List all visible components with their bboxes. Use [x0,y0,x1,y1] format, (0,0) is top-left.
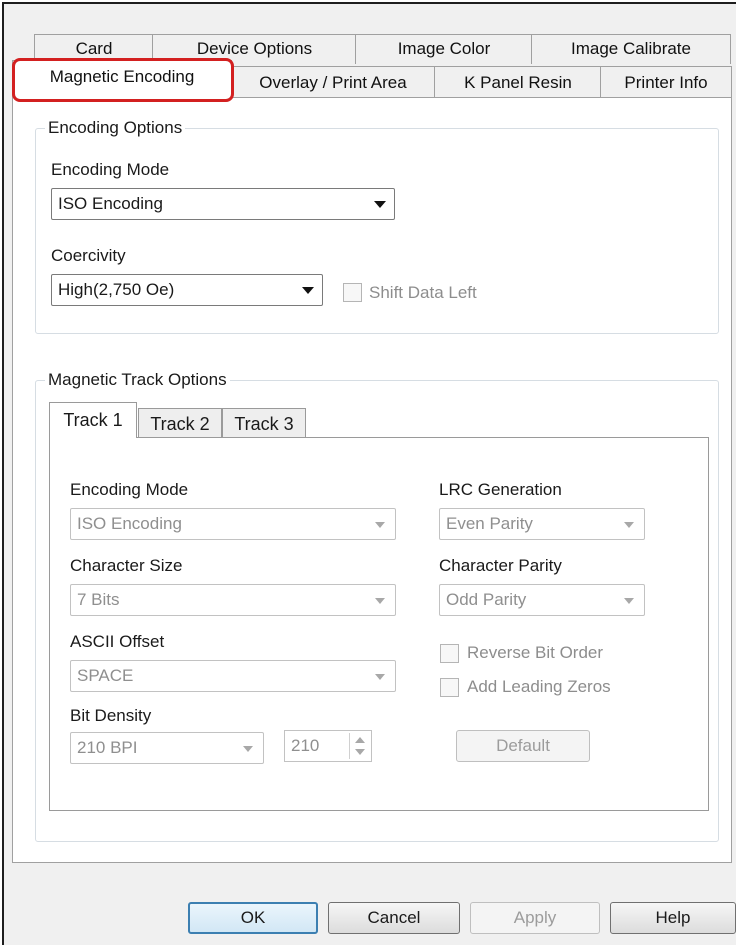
track-encoding-mode-select[interactable]: ISO Encoding [70,508,396,540]
spin-down-icon[interactable] [355,749,365,755]
track-encoding-mode-value: ISO Encoding [77,514,182,533]
default-button[interactable]: Default [456,730,590,762]
shift-data-left-label: Shift Data Left [369,283,477,302]
ok-button[interactable]: OK [188,902,318,934]
magnetic-track-options-title: Magnetic Track Options [45,370,230,390]
shift-data-left-checkbox[interactable] [343,283,362,302]
spinner-buttons[interactable] [349,733,369,759]
bit-density-select[interactable]: 210 BPI [70,732,264,764]
printer-properties-dialog: Card Device Options Image Color Image Ca… [2,2,736,945]
active-tab-highlight [12,58,234,102]
help-button[interactable]: Help [610,902,736,934]
tab-printer-info-label: Printer Info [624,73,708,92]
encoding-options-title: Encoding Options [45,118,186,138]
lrc-generation-value: Even Parity [446,514,533,533]
tab-track-3[interactable]: Track 3 [222,408,306,438]
tab-device-options-label: Device Options [196,39,313,58]
tab-image-calibrate-label: Image Calibrate [570,39,691,58]
track-settings-panel: Encoding Mode ISO Encoding Character Siz… [49,437,709,811]
lrc-generation-select[interactable]: Even Parity [439,508,645,540]
reverse-bit-order-checkbox[interactable] [440,644,459,663]
character-parity-select[interactable]: Odd Parity [439,584,645,616]
tab-content-panel: Encoding Options Encoding Mode ISO Encod… [12,97,732,863]
apply-button[interactable]: Apply [470,902,600,934]
tab-card-label: Card [75,39,113,58]
coercivity-label: Coercivity [51,246,126,265]
ascii-offset-select[interactable]: SPACE [70,660,396,692]
add-leading-zeros-checkbox[interactable] [440,678,459,697]
tab-k-panel-resin-label: K Panel Resin [464,73,572,92]
reverse-bit-order-label: Reverse Bit Order [467,643,604,662]
bit-density-spinner[interactable]: 210 [284,730,372,762]
tab-image-color-label: Image Color [397,39,491,58]
chevron-down-icon [375,598,385,604]
ascii-offset-label: ASCII Offset [70,632,165,651]
chevron-down-icon [624,598,634,604]
cancel-button[interactable]: Cancel [328,902,460,934]
tab-k-panel-resin[interactable]: K Panel Resin [434,66,602,98]
coercivity-select[interactable]: High(2,750 Oe) [51,274,323,306]
character-parity-label: Character Parity [439,556,562,575]
chevron-down-icon [375,522,385,528]
bit-density-spinner-value: 210 [291,736,320,755]
tab-printer-info[interactable]: Printer Info [600,66,732,98]
spin-up-icon[interactable] [355,737,365,743]
tab-overlay-print-area[interactable]: Overlay / Print Area [230,66,436,98]
tab-track-3-label: Track 3 [234,414,294,434]
encoding-mode-label: Encoding Mode [51,160,170,179]
tab-overlay-print-area-label: Overlay / Print Area [259,73,407,92]
tab-image-color[interactable]: Image Color [355,34,533,64]
bit-density-value: 210 BPI [77,738,138,757]
character-parity-value: Odd Parity [446,590,527,609]
track-encoding-mode-label: Encoding Mode [70,480,189,499]
chevron-down-icon [243,746,253,752]
coercivity-value: High(2,750 Oe) [58,280,175,299]
character-size-select[interactable]: 7 Bits [70,584,396,616]
chevron-down-icon [374,201,386,208]
encoding-mode-select[interactable]: ISO Encoding [51,188,395,220]
ascii-offset-value: SPACE [77,666,134,685]
tab-track-1[interactable]: Track 1 [49,402,137,438]
bit-density-label: Bit Density [70,706,152,725]
chevron-down-icon [302,287,314,294]
tab-track-2[interactable]: Track 2 [138,408,222,438]
lrc-generation-label: LRC Generation [439,480,562,499]
chevron-down-icon [624,522,634,528]
tab-track-1-label: Track 1 [63,410,123,430]
chevron-down-icon [375,674,385,680]
tab-track-2-label: Track 2 [150,414,210,434]
character-size-value: 7 Bits [77,590,120,609]
tab-image-calibrate[interactable]: Image Calibrate [531,34,731,64]
add-leading-zeros-label: Add Leading Zeros [467,677,611,696]
character-size-label: Character Size [70,556,183,575]
encoding-mode-value: ISO Encoding [58,194,163,213]
